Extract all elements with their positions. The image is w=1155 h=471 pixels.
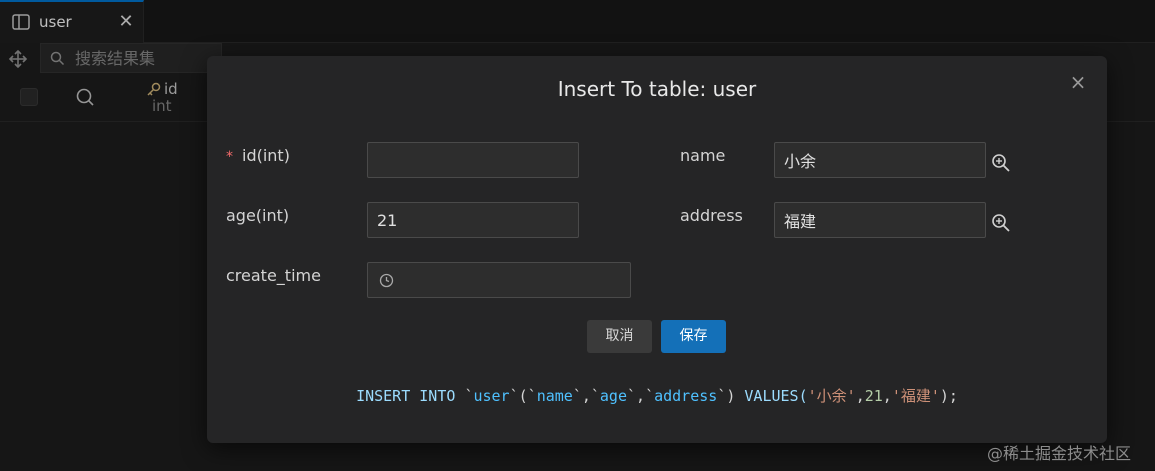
sql-preview: INSERT INTO `user`(`name`,`age`,`address… <box>356 387 958 405</box>
save-button[interactable]: 保存 <box>661 320 726 353</box>
zoom-in-icon[interactable] <box>991 213 1011 233</box>
insert-dialog: Insert To table: user × *id(int) name ag… <box>207 56 1107 443</box>
name-input[interactable] <box>774 142 986 178</box>
id-field-label: * id(int) <box>226 146 290 165</box>
zoom-in-icon[interactable] <box>991 153 1011 173</box>
close-icon[interactable]: × <box>1068 72 1088 92</box>
clock-icon <box>379 273 394 288</box>
watermark: @稀土掘金技术社区 <box>987 444 1132 463</box>
create-time-field-label: create_time <box>226 266 321 285</box>
name-field-label: name <box>680 146 726 165</box>
dialog-title: Insert To table: user <box>557 77 757 101</box>
address-input[interactable] <box>774 202 986 238</box>
age-input[interactable] <box>367 202 579 238</box>
cancel-button[interactable]: 取消 <box>587 320 652 353</box>
age-field-label: age(int) <box>226 206 290 225</box>
address-field-label: address <box>680 206 743 225</box>
create-time-picker[interactable] <box>367 262 631 298</box>
required-marker: * <box>226 149 233 165</box>
id-input[interactable] <box>367 142 579 178</box>
